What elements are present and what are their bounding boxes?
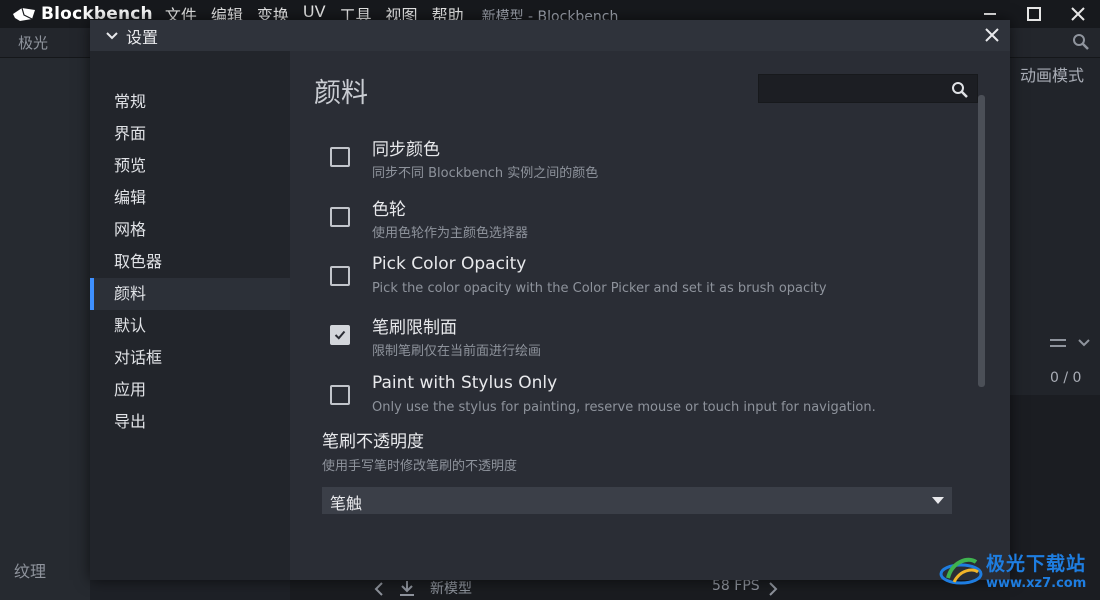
settings-search <box>758 74 978 103</box>
dialog-header: 设置 <box>90 20 1010 51</box>
sidebar-item-defaults[interactable]: 默认 <box>90 310 290 342</box>
pick-color-opacity-checkbox[interactable] <box>330 266 350 286</box>
sidebar-item-grid[interactable]: 网格 <box>90 214 290 246</box>
search-input[interactable] <box>759 75 945 102</box>
sidebar-item-application[interactable]: 应用 <box>90 374 290 406</box>
setting-color-wheel: 色轮 使用色轮作为主颜色选择器 <box>326 195 946 251</box>
dialog-title: 设置 <box>126 27 159 47</box>
settings-content: 颜料 同步颜色 同步不同 Blockbench 实例之间的颜色 色轮 使用色轮作… <box>290 51 1010 580</box>
minimize-icon <box>984 13 996 15</box>
texture-panel-label: 纹理 <box>14 562 47 581</box>
setting-description: Pick the color opacity with the Color Pi… <box>372 281 827 296</box>
setting-paint-stylus-only: Paint with Stylus Only Only use the styl… <box>326 373 946 429</box>
close-icon <box>985 28 999 42</box>
watermark-logo-icon <box>939 557 983 585</box>
sync-color-checkbox[interactable] <box>330 147 350 167</box>
setting-description: Only use the stylus for painting, reserv… <box>372 400 876 415</box>
outliner-counter: 0 / 0 <box>1050 370 1082 386</box>
sidebar-item-edit[interactable]: 编辑 <box>90 182 290 214</box>
chevron-down-icon <box>1078 339 1091 347</box>
sidebar-item-paint[interactable]: 颜料 <box>90 278 290 310</box>
animate-mode-tab[interactable]: 动画模式 <box>1020 62 1084 86</box>
maximize-button[interactable] <box>1012 0 1056 28</box>
watermark: 极光下载站 www.xz7.com <box>938 548 1086 592</box>
select-value: 笔触 <box>330 494 363 513</box>
blockbench-logo-icon <box>13 7 35 21</box>
close-window-button[interactable] <box>1056 0 1100 28</box>
search-icon <box>952 82 968 98</box>
sidebar-item-color-picker[interactable]: 取色器 <box>90 246 290 278</box>
settings-sidebar: 常规 界面 预览 编辑 网格 取色器 颜料 默认 对话框 应用 导出 <box>90 51 290 580</box>
caret-down-icon <box>932 497 944 504</box>
brush-opacity-description: 使用手写笔时修改笔刷的不透明度 <box>322 459 518 474</box>
setting-label: 色轮 <box>372 200 406 220</box>
watermark-title: 极光下载站 <box>986 553 1087 575</box>
status-fps: 58 FPS <box>712 578 760 594</box>
setting-description: 使用色轮作为主颜色选择器 <box>372 226 529 241</box>
project-tab[interactable]: 极光 <box>18 32 48 53</box>
checkmark-icon <box>334 330 346 340</box>
chevron-right-icon[interactable] <box>768 582 778 596</box>
status-model-name: 新模型 <box>430 581 472 597</box>
dialog-close-button[interactable] <box>980 23 1004 47</box>
scrollbar[interactable] <box>978 95 985 387</box>
setting-label: 同步颜色 <box>372 140 440 160</box>
setting-label: 笔刷限制面 <box>372 318 457 338</box>
watermark-url: www.xz7.com <box>986 576 1087 591</box>
chevron-left-icon[interactable] <box>374 582 384 596</box>
setting-label: Pick Color Opacity <box>372 254 527 274</box>
status-bar: 新模型 58 FPS <box>290 578 1010 600</box>
setting-sync-color: 同步颜色 同步不同 Blockbench 实例之间的颜色 <box>326 135 946 191</box>
maximize-icon <box>1027 7 1041 21</box>
paint-stylus-only-checkbox[interactable] <box>330 385 350 405</box>
menu-lines-icon <box>1050 339 1066 347</box>
section-title: 颜料 <box>314 78 368 109</box>
brush-restrict-face-checkbox[interactable] <box>330 325 350 345</box>
save-icon[interactable] <box>398 580 416 598</box>
left-panel <box>0 58 90 600</box>
sidebar-item-export[interactable]: 导出 <box>90 406 290 438</box>
chevron-down-icon[interactable] <box>106 31 118 41</box>
outliner-controls[interactable] <box>1050 336 1091 352</box>
brush-opacity-select[interactable]: 笔触 <box>322 487 952 514</box>
close-icon <box>1071 7 1085 21</box>
sidebar-item-preview[interactable]: 预览 <box>90 150 290 182</box>
setting-description: 限制笔刷仅在当前面进行绘画 <box>372 344 542 359</box>
sidebar-item-interface[interactable]: 界面 <box>90 118 290 150</box>
sidebar-item-dialogs[interactable]: 对话框 <box>90 342 290 374</box>
setting-brush-restrict-face: 笔刷限制面 限制笔刷仅在当前面进行绘画 <box>326 313 946 369</box>
search-icon[interactable] <box>1072 33 1090 51</box>
color-wheel-checkbox[interactable] <box>330 207 350 227</box>
setting-pick-color-opacity: Pick Color Opacity Pick the color opacit… <box>326 254 946 310</box>
setting-description: 同步不同 Blockbench 实例之间的颜色 <box>372 166 599 181</box>
brush-opacity-label: 笔刷不透明度 <box>322 432 424 452</box>
setting-label: Paint with Stylus Only <box>372 373 558 393</box>
settings-dialog: 设置 常规 界面 预览 编辑 网格 取色器 颜料 默认 对话框 应用 导出 颜料… <box>90 20 1010 580</box>
sidebar-item-general[interactable]: 常规 <box>90 86 290 118</box>
